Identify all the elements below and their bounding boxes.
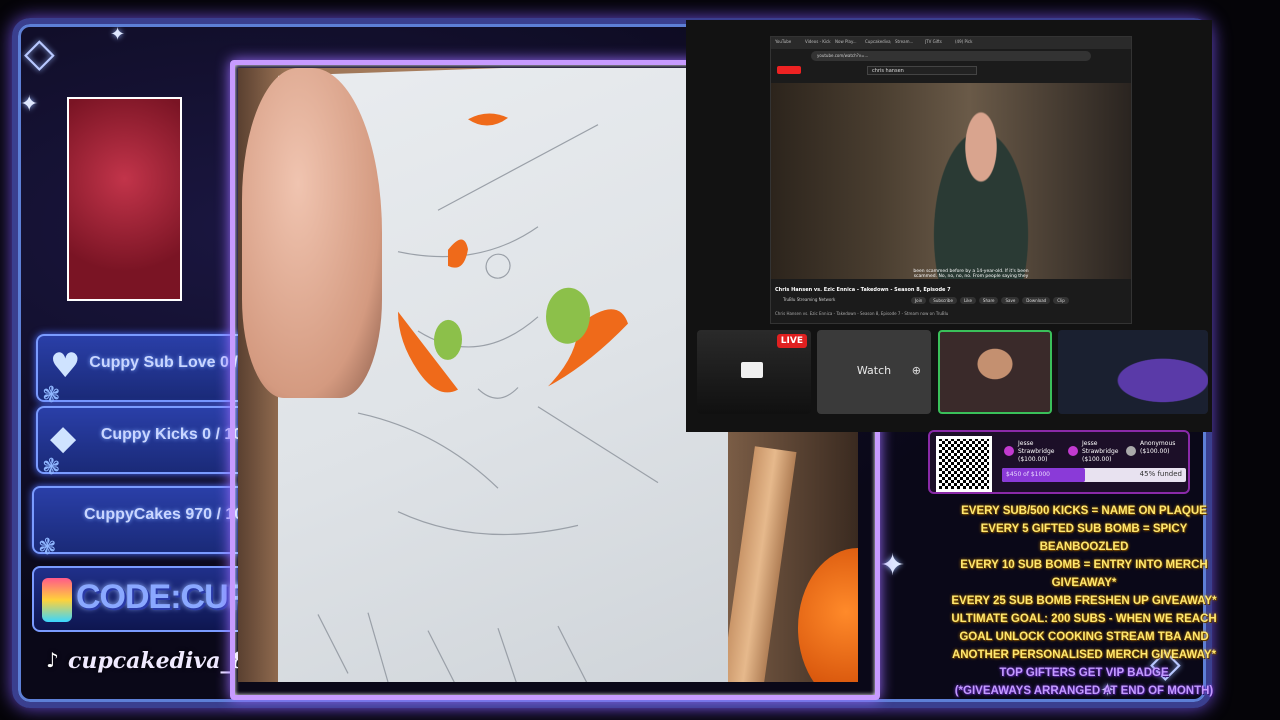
donor-amount: ($100.00) [1082,456,1112,463]
heart-icon: ♥ [50,346,81,386]
rule-item: ULTIMATE GOAL: 200 SUBS - WHEN WE REACH … [951,613,1217,661]
subscribe-button[interactable]: Subscribe [929,297,957,304]
monitor-icon [741,362,763,378]
donor-name: Jesse Strawbridge [1082,440,1119,455]
painter-hand [242,68,382,398]
tiktok-icon: ♪ [46,648,59,672]
hands-icon: ❃ [38,535,57,560]
rule-item: EVERY 5 GIFTED SUB BOMB = SPICY BEANBOOZ… [980,523,1188,553]
donor-entry: Jesse Strawbridge ($100.00) [1082,440,1118,464]
browser-tab[interactable]: Now Play... [835,39,861,47]
funding-progress: $450 of $1000 45% funded [1002,468,1186,482]
search-input[interactable]: chris hansen [867,65,977,75]
donor-name: Jesse Strawbridge [1018,440,1055,455]
watch-tile[interactable]: Watch ⊕ [817,330,931,414]
address-bar[interactable]: youtube.com/watch?v=... [811,51,1091,61]
donor-avatar [1004,446,1014,456]
qr-code[interactable] [936,436,992,492]
video-subject [921,103,1041,279]
stream-rules: EVERY SUB/500 KICKS = NAME ON PLAQUE EVE… [944,502,1224,700]
easel-leg [721,446,797,682]
donor-entry: Jesse Strawbridge ($100.00) [1018,440,1054,464]
donor-amount: ($100.00) [1018,456,1048,463]
progress-label: 45% funded [1139,470,1182,478]
like-button[interactable]: Like [959,297,976,304]
rule-item: EVERY 25 SUB BOMB FRESHEN UP GIVEAWAY* [951,595,1217,607]
donor-avatar [1126,446,1136,456]
rule-item: (*GIVEAWAYS ARRANGED AT END OF MONTH) [954,685,1214,697]
kick-logo-icon [42,578,72,622]
browser-tab[interactable]: YouTube [775,39,801,47]
rule-item: TOP GIFTERS GET VIP BADGE [999,667,1169,679]
webcam-tile[interactable] [938,330,1052,414]
video-title: Chris Hansen vs. Ezic Ennica - Takedown … [775,287,951,293]
hands-icon: ❃ [42,383,61,408]
rule-item: EVERY SUB/500 KICKS = NAME ON PLAQUE [961,505,1207,517]
browser-tab[interactable]: Cupcakediva_80 [865,39,891,47]
watch-icon: ⊕ [911,364,921,377]
hands-icon: ❃ [42,455,61,480]
pumpkin-decoration [798,548,858,682]
sparkle-icon: ✦ [110,24,126,45]
donor-amount: ($100.00) [1140,448,1170,455]
sparkle-icon: ✦ [880,548,906,583]
diamond-icon: ◆ [50,418,77,458]
crystal-icon: ◇ [24,30,55,76]
youtube-header: chris hansen [771,63,1131,77]
video-description: Chris Hansen vs. Ezic Ennica - Takedown … [775,311,949,316]
donation-panel: Jesse Strawbridge ($100.00) Jesse Strawb… [928,430,1190,494]
browser-tab[interactable]: Videos - Kick Dr... [805,39,831,47]
live-badge: LIVE [776,334,807,348]
join-button[interactable]: Join [911,297,927,304]
video-actions: Join Subscribe Like Share Save Download … [911,297,1069,304]
artwork-thumbnail [67,97,182,301]
donor-entry: Anonymous ($100.00) [1140,440,1175,456]
video-caption: been scammed before by a 14-year-old. If… [913,269,1029,279]
clip-button[interactable]: Clip [1053,297,1069,304]
browser-window: YouTube Videos - Kick Dr... Now Play... … [770,36,1132,324]
live-tile[interactable]: LIVE [697,330,811,414]
channel-name[interactable]: TruBlu Streaming Network [783,297,835,302]
browser-tabs: YouTube Videos - Kick Dr... Now Play... … [771,37,1131,49]
browser-tab[interactable]: JTV Gifts [925,39,951,47]
share-button[interactable]: Share [978,297,999,304]
browser-tab[interactable]: Stream... [895,39,921,47]
youtube-logo-icon[interactable] [777,66,801,74]
progress-left-label: $450 of $1000 [1006,471,1050,478]
browser-tab[interactable]: (49) Pick [955,39,981,47]
save-button[interactable]: Save [1001,297,1020,304]
sparkle-icon: ✦ [20,92,39,117]
donor-name: Anonymous [1140,440,1176,447]
donor-avatar [1068,446,1078,456]
video-player[interactable]: been scammed before by a 14-year-old. If… [771,83,1131,279]
webcam-tile-2[interactable] [1058,330,1208,414]
rule-item: EVERY 10 SUB BOMB = ENTRY INTO MERCH GIV… [960,559,1208,589]
download-button[interactable]: Download [1022,297,1051,304]
social-handle: ♪ cupcakediva_80 [36,648,262,674]
